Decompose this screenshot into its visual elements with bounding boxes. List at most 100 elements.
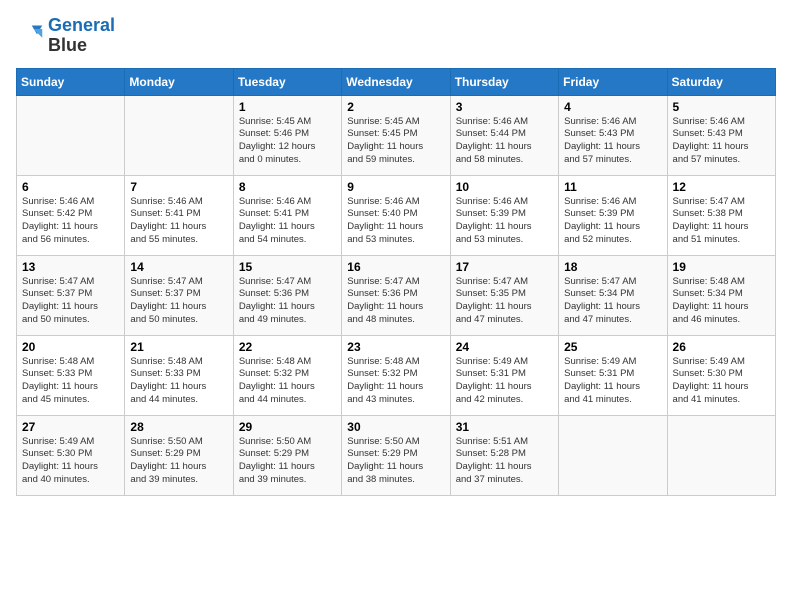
day-info: Sunrise: 5:50 AM Sunset: 5:29 PM Dayligh… [347,436,444,487]
day-info: Sunrise: 5:47 AM Sunset: 5:34 PM Dayligh… [564,276,661,327]
day-info: Sunrise: 5:49 AM Sunset: 5:30 PM Dayligh… [22,436,119,487]
day-info: Sunrise: 5:49 AM Sunset: 5:31 PM Dayligh… [456,356,553,407]
day-number: 13 [22,260,119,274]
column-header-friday: Friday [559,68,667,95]
day-info: Sunrise: 5:46 AM Sunset: 5:40 PM Dayligh… [347,196,444,247]
week-row-3: 13 Sunrise: 5:47 AM Sunset: 5:37 PM Dayli… [17,255,776,335]
day-cell: 22 Sunrise: 5:48 AM Sunset: 5:32 PM Dayli… [233,335,341,415]
day-number: 29 [239,420,336,434]
day-number: 25 [564,340,661,354]
day-number: 14 [130,260,227,274]
day-info: Sunrise: 5:46 AM Sunset: 5:39 PM Dayligh… [564,196,661,247]
day-cell: 21Sunrise: 5:48 AM Sunset: 5:33 PM Dayli… [125,335,233,415]
day-info: Sunrise: 5:48 AM Sunset: 5:34 PM Dayligh… [673,276,770,327]
day-cell: 2Sunrise: 5:45 AM Sunset: 5:45 PM Daylig… [342,95,450,175]
day-cell: 17 Sunrise: 5:47 AM Sunset: 5:35 PM Dayli… [450,255,558,335]
day-info: Sunrise: 5:49 AM Sunset: 5:30 PM Dayligh… [673,356,770,407]
day-info: Sunrise: 5:46 AM Sunset: 5:41 PM Dayligh… [130,196,227,247]
day-info: Sunrise: 5:47 AM Sunset: 5:37 PM Dayligh… [22,276,119,327]
day-number: 24 [456,340,553,354]
day-info: Sunrise: 5:45 AM Sunset: 5:46 PM Dayligh… [239,116,336,167]
day-cell: 5 Sunrise: 5:46 AM Sunset: 5:43 PM Daylig… [667,95,775,175]
day-number: 4 [564,100,661,114]
day-info: Sunrise: 5:47 AM Sunset: 5:36 PM Dayligh… [239,276,336,327]
day-number: 23 [347,340,444,354]
day-number: 16 [347,260,444,274]
day-number: 20 [22,340,119,354]
day-cell [125,95,233,175]
day-cell: 20 Sunrise: 5:48 AM Sunset: 5:33 PM Dayli… [17,335,125,415]
page-header: General Blue [16,16,776,56]
day-info: Sunrise: 5:46 AM Sunset: 5:39 PM Dayligh… [456,196,553,247]
day-cell [17,95,125,175]
day-info: Sunrise: 5:50 AM Sunset: 5:29 PM Dayligh… [130,436,227,487]
calendar-table: SundayMondayTuesdayWednesdayThursdayFrid… [16,68,776,496]
column-header-thursday: Thursday [450,68,558,95]
day-info: Sunrise: 5:48 AM Sunset: 5:32 PM Dayligh… [347,356,444,407]
day-number: 27 [22,420,119,434]
day-number: 10 [456,180,553,194]
day-info: Sunrise: 5:46 AM Sunset: 5:43 PM Dayligh… [673,116,770,167]
day-number: 15 [239,260,336,274]
column-header-sunday: Sunday [17,68,125,95]
day-info: Sunrise: 5:47 AM Sunset: 5:37 PM Dayligh… [130,276,227,327]
day-cell [667,415,775,495]
day-number: 31 [456,420,553,434]
day-number: 12 [673,180,770,194]
day-info: Sunrise: 5:48 AM Sunset: 5:32 PM Dayligh… [239,356,336,407]
column-header-wednesday: Wednesday [342,68,450,95]
day-number: 22 [239,340,336,354]
day-cell: 23 Sunrise: 5:48 AM Sunset: 5:32 PM Dayli… [342,335,450,415]
day-number: 18 [564,260,661,274]
day-number: 3 [456,100,553,114]
day-cell: 24 Sunrise: 5:49 AM Sunset: 5:31 PM Dayli… [450,335,558,415]
day-cell: 8 Sunrise: 5:46 AM Sunset: 5:41 PM Daylig… [233,175,341,255]
day-cell: 9 Sunrise: 5:46 AM Sunset: 5:40 PM Daylig… [342,175,450,255]
logo-text: General Blue [48,16,115,56]
day-number: 17 [456,260,553,274]
day-info: Sunrise: 5:46 AM Sunset: 5:44 PM Dayligh… [456,116,553,167]
column-header-monday: Monday [125,68,233,95]
day-info: Sunrise: 5:46 AM Sunset: 5:42 PM Dayligh… [22,196,119,247]
day-info: Sunrise: 5:46 AM Sunset: 5:43 PM Dayligh… [564,116,661,167]
day-cell: 11 Sunrise: 5:46 AM Sunset: 5:39 PM Dayli… [559,175,667,255]
day-cell: 31Sunrise: 5:51 AM Sunset: 5:28 PM Dayli… [450,415,558,495]
day-cell: 6Sunrise: 5:46 AM Sunset: 5:42 PM Daylig… [17,175,125,255]
day-info: Sunrise: 5:49 AM Sunset: 5:31 PM Dayligh… [564,356,661,407]
day-info: Sunrise: 5:48 AM Sunset: 5:33 PM Dayligh… [22,356,119,407]
day-info: Sunrise: 5:47 AM Sunset: 5:36 PM Dayligh… [347,276,444,327]
logo-icon [16,22,44,50]
day-cell: 10 Sunrise: 5:46 AM Sunset: 5:39 PM Dayli… [450,175,558,255]
day-cell: 27 Sunrise: 5:49 AM Sunset: 5:30 PM Dayli… [17,415,125,495]
calendar-header: SundayMondayTuesdayWednesdayThursdayFrid… [17,68,776,95]
day-number: 21 [130,340,227,354]
day-info: Sunrise: 5:47 AM Sunset: 5:35 PM Dayligh… [456,276,553,327]
day-cell: 28 Sunrise: 5:50 AM Sunset: 5:29 PM Dayli… [125,415,233,495]
day-info: Sunrise: 5:47 AM Sunset: 5:38 PM Dayligh… [673,196,770,247]
day-number: 30 [347,420,444,434]
week-row-2: 6Sunrise: 5:46 AM Sunset: 5:42 PM Daylig… [17,175,776,255]
day-info: Sunrise: 5:46 AM Sunset: 5:41 PM Dayligh… [239,196,336,247]
week-row-5: 27 Sunrise: 5:49 AM Sunset: 5:30 PM Dayli… [17,415,776,495]
column-header-tuesday: Tuesday [233,68,341,95]
day-cell: 13 Sunrise: 5:47 AM Sunset: 5:37 PM Dayli… [17,255,125,335]
day-cell: 30 Sunrise: 5:50 AM Sunset: 5:29 PM Dayli… [342,415,450,495]
day-cell: 1Sunrise: 5:45 AM Sunset: 5:46 PM Daylig… [233,95,341,175]
day-number: 28 [130,420,227,434]
day-cell: 19Sunrise: 5:48 AM Sunset: 5:34 PM Dayli… [667,255,775,335]
day-number: 9 [347,180,444,194]
day-cell: 12 Sunrise: 5:47 AM Sunset: 5:38 PM Dayli… [667,175,775,255]
day-cell: 14 Sunrise: 5:47 AM Sunset: 5:37 PM Dayli… [125,255,233,335]
day-cell: 18 Sunrise: 5:47 AM Sunset: 5:34 PM Dayli… [559,255,667,335]
day-number: 5 [673,100,770,114]
week-row-1: 1Sunrise: 5:45 AM Sunset: 5:46 PM Daylig… [17,95,776,175]
day-cell: 25 Sunrise: 5:49 AM Sunset: 5:31 PM Dayli… [559,335,667,415]
day-number: 11 [564,180,661,194]
day-number: 7 [130,180,227,194]
calendar-body: 1Sunrise: 5:45 AM Sunset: 5:46 PM Daylig… [17,95,776,495]
day-cell: 16 Sunrise: 5:47 AM Sunset: 5:36 PM Dayli… [342,255,450,335]
header-row: SundayMondayTuesdayWednesdayThursdayFrid… [17,68,776,95]
day-number: 26 [673,340,770,354]
column-header-saturday: Saturday [667,68,775,95]
day-number: 8 [239,180,336,194]
